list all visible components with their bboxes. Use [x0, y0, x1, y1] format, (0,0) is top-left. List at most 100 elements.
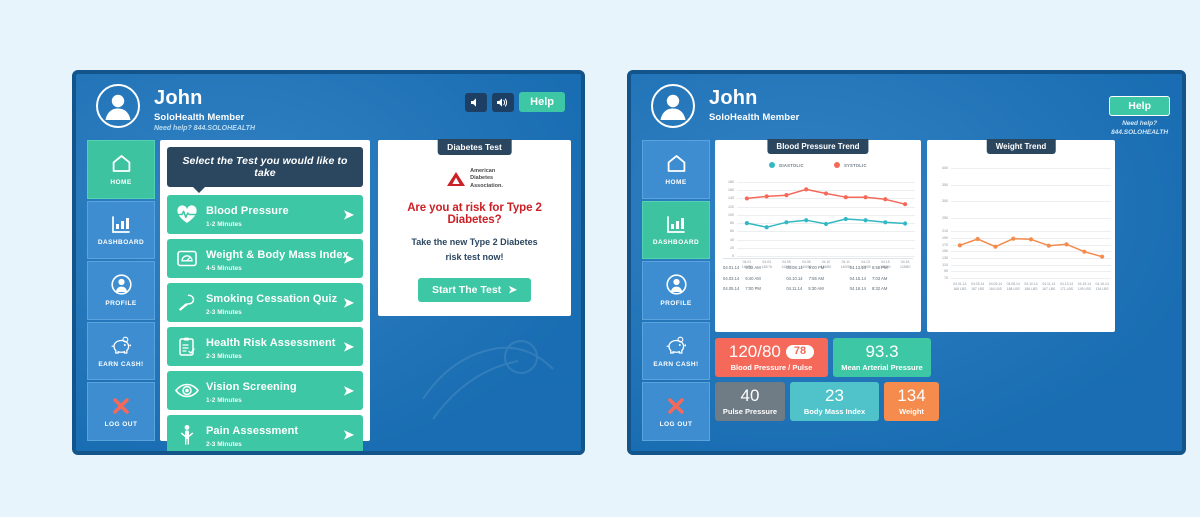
- test-item-pain-assessment[interactable]: Pain Assessment 2-3 Minutes ➤: [167, 415, 363, 451]
- metric-value: 23: [825, 385, 844, 405]
- metric-tile-pulse-pressure[interactable]: 40 Pulse Pressure: [715, 381, 785, 421]
- reading-cell[interactable]: 04.05.14 7:00 PM: [723, 286, 786, 291]
- test-item-text: Health Risk Assessment 2-3 Minutes: [206, 333, 336, 360]
- reading-cell[interactable]: 04.08.14 9:00 PM: [786, 265, 849, 270]
- x-axis-tick: 04.15.14 149 LBS: [1077, 282, 1091, 292]
- y-axis-tick: 100: [728, 212, 734, 217]
- test-item-vision-screening[interactable]: Vision Screening 1-2 Minutes ➤: [167, 371, 363, 410]
- test-item-smoking-cessation[interactable]: Smoking Cessation Quiz 2-3 Minutes ➤: [167, 283, 363, 322]
- test-duration: 1-2 Minutes: [206, 397, 242, 404]
- test-duration: 2-3 Minutes: [206, 309, 242, 316]
- metric-tiles: 120/80 78 Blood Pressure / Pulse 93.3 Mea…: [715, 338, 1115, 421]
- reading-time: 7:03 AM: [871, 275, 888, 281]
- chevron-right-icon: ➤: [343, 250, 354, 266]
- charts-row: Blood Pressure Trend DIASTOLIC SYSTOLIC: [715, 139, 1172, 332]
- start-test-label: Start The Test: [431, 284, 502, 297]
- reading-time: 6:58 PM: [871, 265, 888, 270]
- legend-label: DIASTOLIC: [779, 162, 804, 168]
- user-membership: SoloHealth Member: [709, 112, 800, 123]
- x-axis-tick: 04.08.14 188 LBS: [1006, 282, 1020, 292]
- reading-date: 04.13.14: [849, 265, 866, 270]
- user-circle-icon: [110, 274, 132, 296]
- metric-label: Weight: [899, 406, 924, 416]
- reading-time: 9:00 PM: [808, 265, 825, 270]
- legend-swatch: [833, 162, 840, 168]
- y-axis-tick: 110: [942, 262, 948, 267]
- sidebar-item-home[interactable]: HOME: [87, 140, 155, 199]
- y-axis-tick: 120: [728, 204, 734, 209]
- test-item-weight-bmi[interactable]: Weight & Body Mass Index 4-5 Minutes ➤: [167, 239, 363, 278]
- test-item-text: Vision Screening 1-2 Minutes: [206, 377, 297, 404]
- test-selection-panel: Select the Test you would like to take B…: [160, 140, 370, 451]
- help-button[interactable]: Help: [519, 92, 565, 112]
- avatar: [651, 84, 695, 128]
- y-axis-tick: 90: [944, 269, 948, 274]
- speaker-mute-icon[interactable]: [465, 92, 488, 112]
- chart-series-layer: [957, 236, 1105, 259]
- reading-cell[interactable]: 04.13.14 6:58 PM: [850, 265, 913, 270]
- sidebar-item-label: EARN CASH!: [98, 360, 144, 368]
- test-item-health-risk-assessment[interactable]: Health Risk Assessment 2-3 Minutes ➤: [167, 327, 363, 366]
- reading-cell[interactable]: 04.16.14 8:32 AM: [850, 286, 913, 291]
- y-axis-tick: 140: [728, 196, 734, 201]
- y-axis-tick: 150: [942, 249, 948, 254]
- y-axis-tick: 170: [942, 242, 948, 247]
- user-name: John: [709, 87, 758, 109]
- bp-chart-legend: DIASTOLIC SYSTOLIC: [715, 162, 921, 168]
- reading-cell[interactable]: 04.11.14 5:30 AM: [786, 286, 849, 291]
- sidebar-item-earn-cash[interactable]: EARN CASH!: [642, 321, 710, 381]
- legend-label: SYSTOLIC: [843, 162, 867, 168]
- reading-time: 7:56 AM: [808, 275, 825, 281]
- sidebar-item-label: HOME: [110, 178, 132, 186]
- gridline: 70: [944, 276, 1111, 280]
- sidebar-item-dashboard[interactable]: DASHBOARD: [642, 200, 710, 260]
- ad-headline: Are you at risk for Type 2 Diabetes?: [407, 202, 542, 227]
- test-item-blood-pressure[interactable]: Blood Pressure 1-2 Minutes ➤: [167, 195, 363, 234]
- test-title: Smoking Cessation Quiz: [206, 293, 338, 305]
- help-button[interactable]: Help: [1109, 96, 1170, 116]
- eye-icon: [173, 378, 201, 404]
- y-axis-tick: 130: [942, 256, 948, 260]
- metric-label: Pulse Pressure: [722, 406, 778, 416]
- chevron-right-icon: ➤: [343, 294, 354, 310]
- sidebar-item-profile[interactable]: PROFILE: [87, 261, 155, 320]
- metric-tile-body-mass-index[interactable]: 23 Body Mass Index: [790, 381, 879, 421]
- sidebar-item-home[interactable]: HOME: [642, 140, 710, 199]
- sidebar-item-log-out[interactable]: LOG OUT: [642, 382, 710, 441]
- sidebar-item-earn-cash[interactable]: EARN CASH!: [87, 321, 155, 381]
- bar-chart-icon: [111, 213, 131, 235]
- reading-date: 04.10.14: [786, 275, 803, 281]
- metric-label: Blood Pressure / Pulse: [730, 362, 813, 372]
- home-icon: [111, 153, 132, 175]
- help-note-line-1: Need help?: [1122, 120, 1158, 127]
- sidebar-item-label: PROFILE: [105, 299, 137, 307]
- start-the-test-button[interactable]: Start The Test ➤: [417, 278, 532, 303]
- sidebar-item-log-out[interactable]: LOG OUT: [87, 382, 155, 441]
- speaker-volume-icon[interactable]: [492, 92, 515, 112]
- reading-date: 04.15.14: [849, 275, 866, 281]
- test-item-text: Blood Pressure 1-2 Minutes: [206, 201, 289, 228]
- test-title: Health Risk Assessment: [206, 337, 336, 349]
- metric-tile-weight[interactable]: 134 Weight: [884, 381, 939, 421]
- heart-pulse-icon: [173, 202, 201, 228]
- metric-tile-mean-arterial-pressure[interactable]: 93.3 Mean Arterial Pressure: [833, 338, 931, 377]
- body-icon: [173, 422, 201, 448]
- metric-tile-blood-pressure-pulse[interactable]: 120/80 78 Blood Pressure / Pulse: [715, 338, 828, 377]
- sidebar-item-profile[interactable]: PROFILE: [642, 261, 710, 320]
- pulse-pill: 78: [785, 345, 815, 359]
- weight-chart: 70 90 110 130 150 170 190 210 250 300 350 400 04.01…: [927, 156, 1115, 332]
- test-duration: 2-3 Minutes: [206, 441, 242, 448]
- sidebar-item-label: EARN CASH!: [653, 360, 699, 368]
- test-title: Vision Screening: [206, 381, 297, 393]
- sidebar-item-dashboard[interactable]: DASHBOARD: [87, 200, 155, 260]
- reading-cell[interactable]: 04.01.14 9:32 AM: [723, 265, 786, 270]
- reading-cell[interactable]: 04.10.14 7:56 AM: [786, 276, 849, 281]
- y-axis-tick: 250: [942, 216, 948, 220]
- american-diabetes-association-logo: American Diabetes Association.: [390, 168, 559, 190]
- user-membership: SoloHealth Member: [154, 112, 245, 123]
- reading-cell[interactable]: 04.03.14 6:40 AM: [723, 276, 786, 281]
- header-help-area: Help Need help? 844.SOLOHEALTH: [1109, 96, 1170, 138]
- kiosk-screen-home: John SoloHealth Member Need help? 844.SO…: [72, 70, 585, 455]
- reading-cell[interactable]: 04.15.14 7:03 AM: [850, 276, 913, 281]
- chevron-right-icon: ➤: [343, 338, 354, 354]
